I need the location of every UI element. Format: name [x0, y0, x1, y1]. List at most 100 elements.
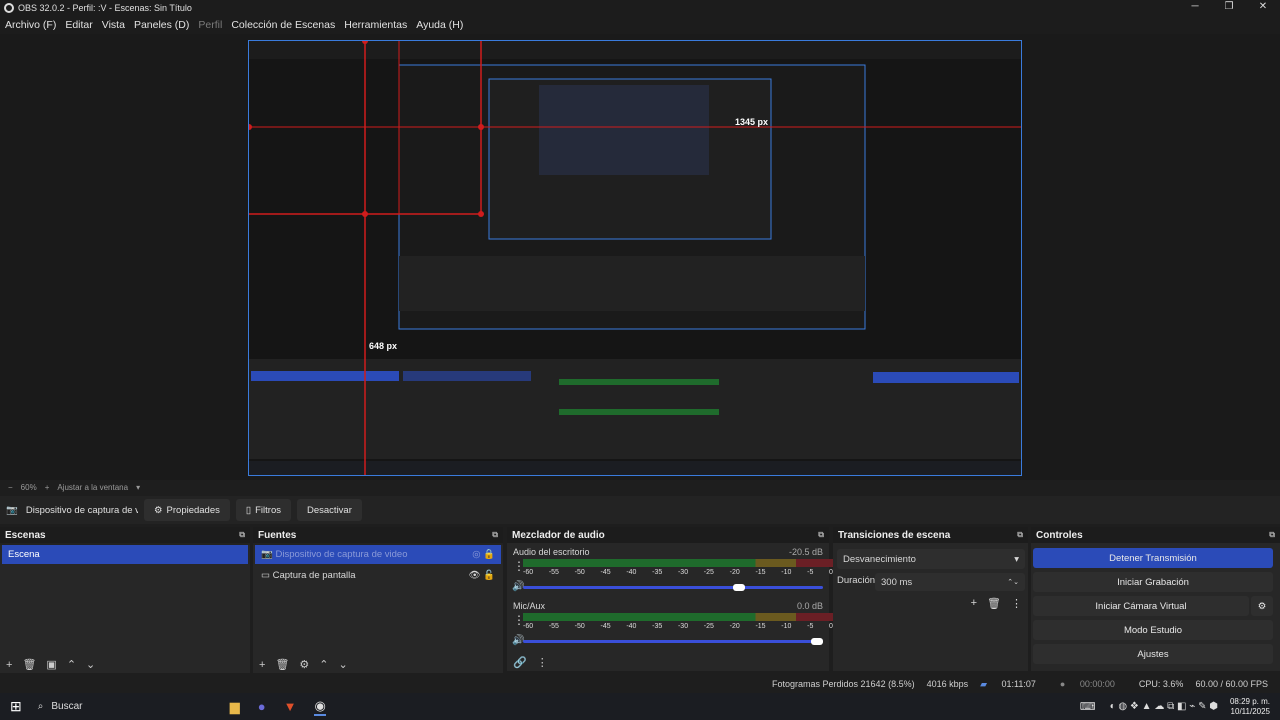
volume-knob[interactable]	[811, 638, 823, 645]
kebab-icon[interactable]: ⋮	[513, 613, 525, 627]
menu-paneles[interactable]: Paneles (D)	[134, 19, 189, 31]
undock-icon[interactable]: ⧉	[239, 530, 245, 540]
filters-button[interactable]: ▯ Filtros	[235, 499, 291, 521]
fps-readout: 60.00 / 60.00 FPS	[1195, 679, 1268, 689]
taskbar-search[interactable]: ⌕ Buscar	[32, 697, 222, 717]
tray-icons[interactable]: ◐ ◍ ❖ ▲ ☁ ⧉ ◧ ⌁ ✎ ⬢	[1110, 701, 1218, 712]
minimize-button[interactable]: ─	[1178, 0, 1212, 16]
spinner-icon[interactable]: ⌃⌄	[1007, 578, 1019, 586]
source-item[interactable]: 📷 Dispositivo de captura de video ◎ 🔒	[255, 545, 501, 564]
undock-icon[interactable]: ⧉	[818, 530, 824, 540]
undock-icon[interactable]: ⧉	[1269, 530, 1275, 540]
gear-icon: ⚙	[1257, 600, 1267, 612]
trash-icon[interactable]: 🗑	[275, 658, 289, 671]
keyboard-icon[interactable]: ⌨	[1080, 700, 1096, 713]
kebab-icon[interactable]: ⋮	[1011, 597, 1022, 610]
selected-source-name: 📷 Dispositivo de captura de v	[0, 498, 138, 522]
link-icon[interactable]: 🔗	[513, 656, 527, 669]
stream-time: ▰ 01:11:07	[980, 679, 1048, 690]
studio-mode-button[interactable]: Modo Estudio	[1033, 620, 1273, 640]
gear-icon[interactable]: ⚙	[299, 658, 309, 671]
duration-label: Duración	[837, 575, 876, 586]
menu-vista[interactable]: Vista	[102, 19, 125, 31]
windows-start-icon[interactable]: ⊞	[10, 698, 22, 715]
discord-icon[interactable]: ●	[258, 699, 266, 714]
kebab-icon[interactable]: ⋮	[513, 559, 525, 573]
deactivate-button[interactable]: Desactivar	[297, 499, 362, 521]
eye-hidden-icon[interactable]: ◎	[472, 549, 480, 560]
menu-coleccion-escenas[interactable]: Colección de Escenas	[231, 19, 335, 31]
lock-icon[interactable]: 🔒	[483, 549, 495, 560]
scene-item[interactable]: Escena	[2, 545, 248, 564]
scale-tick: -5	[807, 569, 814, 576]
close-button[interactable]: ✕	[1246, 0, 1280, 16]
properties-button[interactable]: ⚙ Propiedades	[144, 499, 230, 521]
add-icon[interactable]: +	[6, 659, 12, 671]
scale-tick: -20	[729, 623, 740, 630]
zoom-in-button[interactable]: +	[45, 483, 50, 492]
kebab-icon[interactable]: ⋮	[537, 656, 548, 669]
settings-button[interactable]: Ajustes	[1033, 644, 1273, 664]
down-icon[interactable]: ⌄	[86, 658, 95, 671]
menu-ayuda[interactable]: Ayuda (H)	[416, 19, 463, 31]
scale-tick: -45	[600, 569, 611, 576]
zoom-value: 60%	[20, 482, 37, 492]
menu-bar: Archivo (F) Editar Vista Paneles (D) Per…	[0, 16, 1280, 34]
undock-icon[interactable]: ⧉	[1017, 530, 1023, 540]
clock[interactable]: 08:29 p. m. 10/11/2025	[1230, 697, 1270, 717]
transition-select[interactable]: Desvanecimiento ▾	[837, 549, 1025, 569]
menu-herramientas[interactable]: Herramientas	[344, 19, 407, 31]
controls-dock: Controles ⧉ Detener Transmisión Iniciar G…	[1031, 527, 1280, 671]
trash-icon[interactable]: 🗑	[987, 597, 1001, 610]
channel-db: 0.0 dB	[796, 601, 823, 611]
preview-canvas[interactable]: 1345 px 648 px	[248, 40, 1022, 476]
taskbar: ⊞ ⌕ Buscar ▆ ● ▼ ◉ ⌨ ◐ ◍ ❖ ▲ ☁ ⧉ ◧ ⌁ ✎ ⬢ …	[0, 693, 1280, 720]
clock-time: 08:29 p. m.	[1229, 696, 1270, 706]
virtual-camera-settings-button[interactable]: ⚙	[1251, 596, 1273, 616]
virtual-camera-button[interactable]: Iniciar Cámara Virtual	[1033, 596, 1249, 616]
trash-icon[interactable]: 🗑	[22, 658, 36, 671]
menu-archivo[interactable]: Archivo (F)	[5, 19, 56, 31]
scale-tick: -5	[807, 623, 814, 630]
add-icon[interactable]: +	[971, 597, 977, 610]
up-icon[interactable]: ⌃	[67, 658, 76, 671]
duration-value: 300 ms	[881, 576, 913, 588]
camera-icon: 📷	[6, 504, 18, 516]
down-icon[interactable]: ⌄	[339, 658, 348, 671]
filter-icon[interactable]: ▣	[46, 658, 56, 671]
duration-input[interactable]: 300 ms ⌃⌄	[875, 573, 1025, 591]
volume-meter	[523, 559, 833, 567]
cpu-usage: CPU: 3.6%	[1138, 679, 1184, 689]
file-explorer-icon[interactable]: ▆	[230, 699, 240, 715]
stop-stream-button[interactable]: Detener Transmisión	[1033, 548, 1273, 568]
lock-icon[interactable]: 🔓	[483, 570, 495, 581]
up-icon[interactable]: ⌃	[319, 658, 328, 671]
volume-slider[interactable]	[523, 638, 823, 645]
undock-icon[interactable]: ⧉	[492, 530, 498, 540]
menu-editar[interactable]: Editar	[65, 19, 92, 31]
sources-title: Fuentes	[258, 529, 297, 541]
maximize-button[interactable]: ❐	[1212, 0, 1246, 16]
recursive-preview-image: 1345 px 648 px	[249, 41, 1021, 475]
scale-tick: -15	[755, 569, 766, 576]
fit-window-dropdown[interactable]: Ajustar a la ventana	[57, 483, 128, 492]
filters-label: Filtros	[255, 504, 281, 516]
volume-slider[interactable]	[523, 584, 823, 591]
eye-icon[interactable]: 👁	[468, 570, 480, 581]
source-item-label: Captura de pantalla	[272, 570, 356, 581]
source-item[interactable]: ▭ Captura de pantalla 👁 🔓	[255, 566, 501, 585]
add-icon[interactable]: +	[259, 659, 265, 671]
menu-perfil[interactable]: Perfil	[198, 19, 222, 31]
volume-knob[interactable]	[733, 584, 745, 591]
camera-icon: 📷	[261, 549, 276, 560]
start-recording-button[interactable]: Iniciar Grabación	[1033, 572, 1273, 592]
scenes-title: Escenas	[5, 529, 46, 541]
zoom-out-button[interactable]: −	[8, 483, 13, 492]
measure-horizontal-label: 1345 px	[735, 117, 768, 127]
chevron-down-icon[interactable]: ▾	[136, 483, 140, 492]
brave-icon[interactable]: ▼	[284, 699, 297, 714]
obs-taskbar-icon[interactable]: ◉	[314, 698, 326, 716]
dropped-frames: Fotogramas Perdidos 21642 (8.5%)	[772, 679, 915, 689]
status-bar: Fotogramas Perdidos 21642 (8.5%) 4016 kb…	[0, 675, 1280, 693]
record-time-value: 00:00:00	[1079, 679, 1115, 689]
